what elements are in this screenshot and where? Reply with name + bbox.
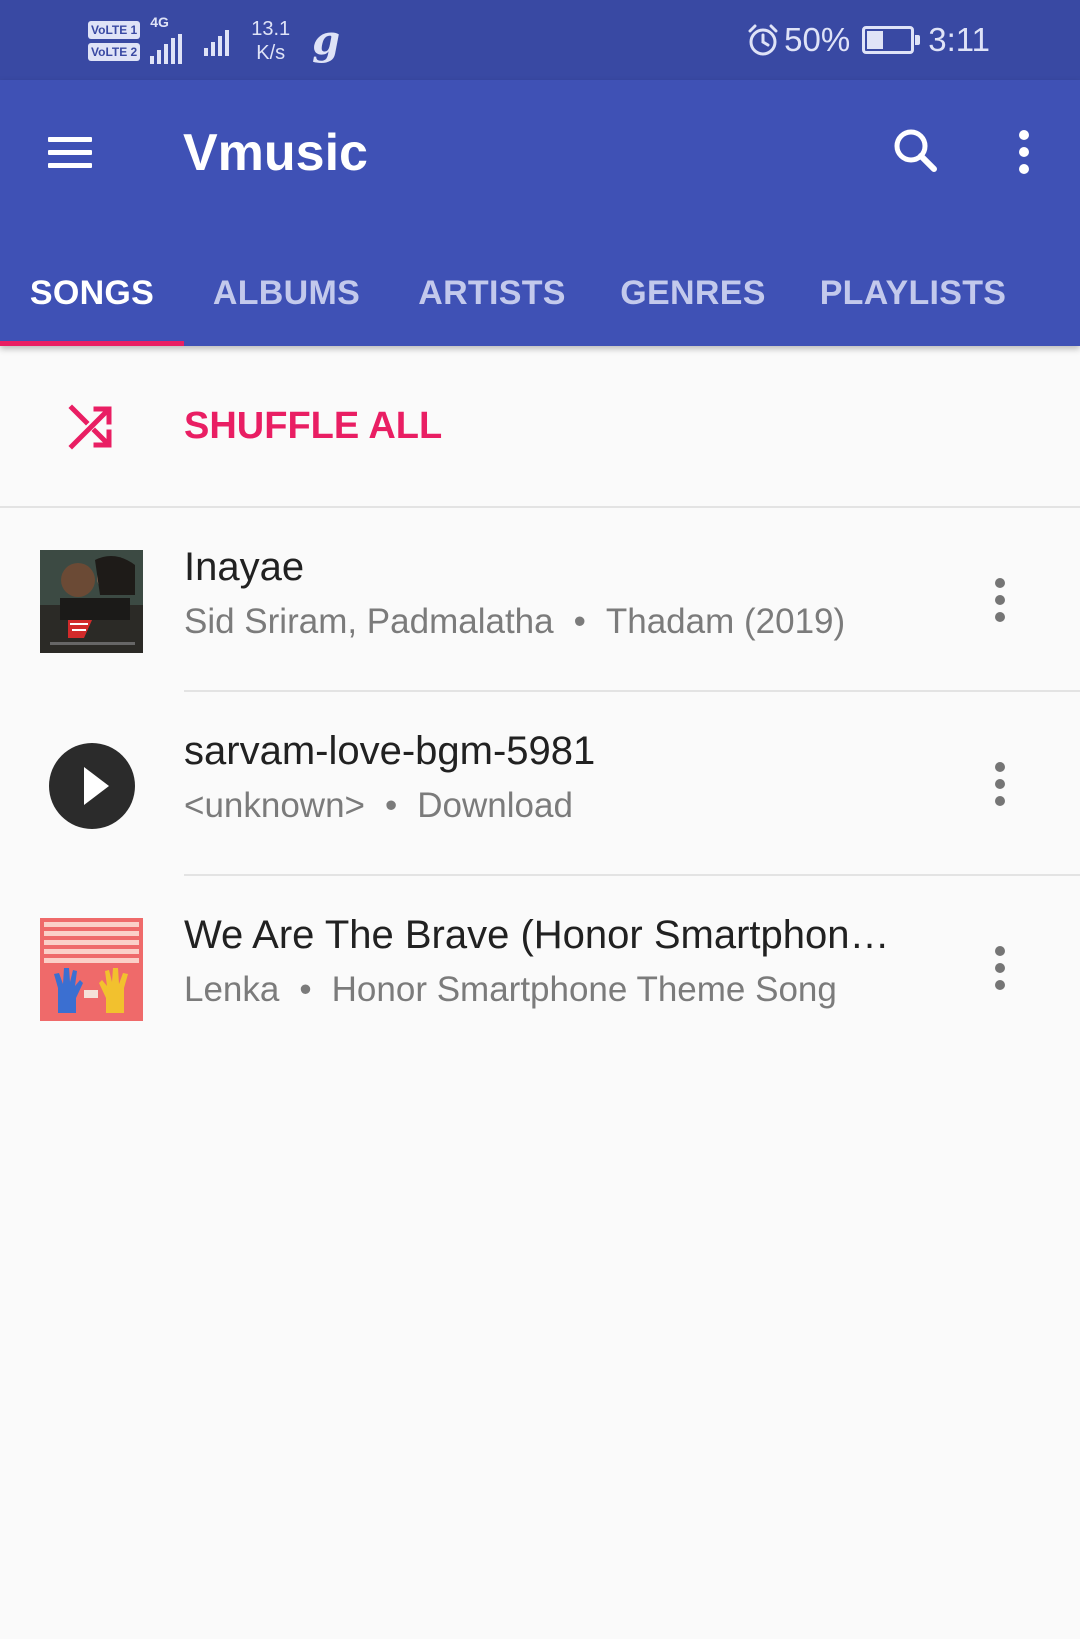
battery-percent: 50%	[784, 21, 851, 58]
signal-sim1-icon: 4G	[150, 14, 183, 64]
tab-bar: SONGS ALBUMS ARTISTS GENRES PLAYLISTS	[0, 240, 1080, 346]
song-title: Inayae	[184, 545, 305, 589]
notification-app-icon: g	[312, 17, 341, 64]
more-vert-icon[interactable]	[1000, 120, 1048, 184]
tab-albums[interactable]: ALBUMS	[184, 240, 389, 346]
song-album: Honor Smartphone Theme Song	[331, 970, 837, 1009]
app-bar: Vmusic SONGS ALBUMS ARTISTS GENRES PLAYL…	[0, 80, 1080, 346]
song-subtitle: Lenka • Honor Smartphone Theme Song	[184, 968, 837, 1012]
song-artist: Sid Sriram, Padmalatha	[184, 602, 554, 641]
battery-icon	[862, 26, 921, 54]
network-type-label: 4G	[150, 14, 169, 30]
hamburger-menu-icon[interactable]	[40, 122, 100, 182]
volte-sim1-icon: VoLTE 1	[88, 21, 141, 39]
song-subtitle: <unknown> • Download	[184, 784, 573, 828]
shuffle-icon	[68, 404, 112, 450]
song-artist: Lenka	[184, 970, 280, 1009]
tab-genres[interactable]: GENRES	[595, 240, 791, 346]
song-album: Download	[417, 786, 573, 825]
search-icon[interactable]	[884, 120, 948, 184]
tab-playlists[interactable]: PLAYLISTS	[791, 240, 1035, 346]
song-album: Thadam (2019)	[605, 602, 846, 641]
song-title: We Are The Brave (Honor Smartphone Theme…	[184, 913, 904, 957]
alarm-icon	[748, 24, 778, 56]
album-art-thadam	[40, 550, 143, 653]
song-row[interactable]: We Are The Brave (Honor Smartphone Theme…	[0, 876, 1080, 1060]
speed-unit: K/s	[256, 42, 286, 64]
separator-dot: •	[299, 970, 312, 1009]
separator-dot: •	[384, 786, 398, 825]
song-subtitle: Sid Sriram, Padmalatha • Thadam (2019)	[184, 600, 845, 644]
play-circle-icon	[40, 734, 143, 837]
tab-songs[interactable]: SONGS	[0, 240, 184, 346]
shuffle-all-row[interactable]: SHUFFLE ALL	[0, 346, 1080, 508]
app-title: Vmusic	[183, 124, 368, 182]
song-artist: <unknown>	[184, 786, 365, 825]
song-row[interactable]: sarvam-love-bgm-5981 <unknown> • Download	[0, 692, 1080, 876]
clock: 3:11	[928, 21, 990, 58]
speed-value: 13.1	[251, 18, 291, 40]
album-art-we-are-the-brave	[40, 918, 143, 1021]
song-title: sarvam-love-bgm-5981	[184, 729, 596, 773]
song-more-vert-icon[interactable]	[978, 564, 1022, 636]
song-more-vert-icon[interactable]	[978, 932, 1022, 1004]
signal-sim2-icon	[204, 26, 230, 56]
status-bar: VoLTE 1 VoLTE 2 4G 13.1 K/s g 50% 3:11	[0, 0, 1080, 80]
shuffle-all-label: SHUFFLE ALL	[184, 405, 443, 447]
song-row[interactable]: Inayae Sid Sriram, Padmalatha • Thadam (20…	[0, 508, 1080, 692]
network-speed: 13.1 K/s	[251, 17, 290, 65]
volte-indicators: VoLTE 1 VoLTE 2	[88, 21, 141, 61]
separator-dot: •	[573, 602, 586, 641]
volte-sim2-icon: VoLTE 2	[88, 43, 141, 61]
tab-artists[interactable]: ARTISTS	[389, 240, 595, 346]
song-more-vert-icon[interactable]	[978, 748, 1022, 820]
